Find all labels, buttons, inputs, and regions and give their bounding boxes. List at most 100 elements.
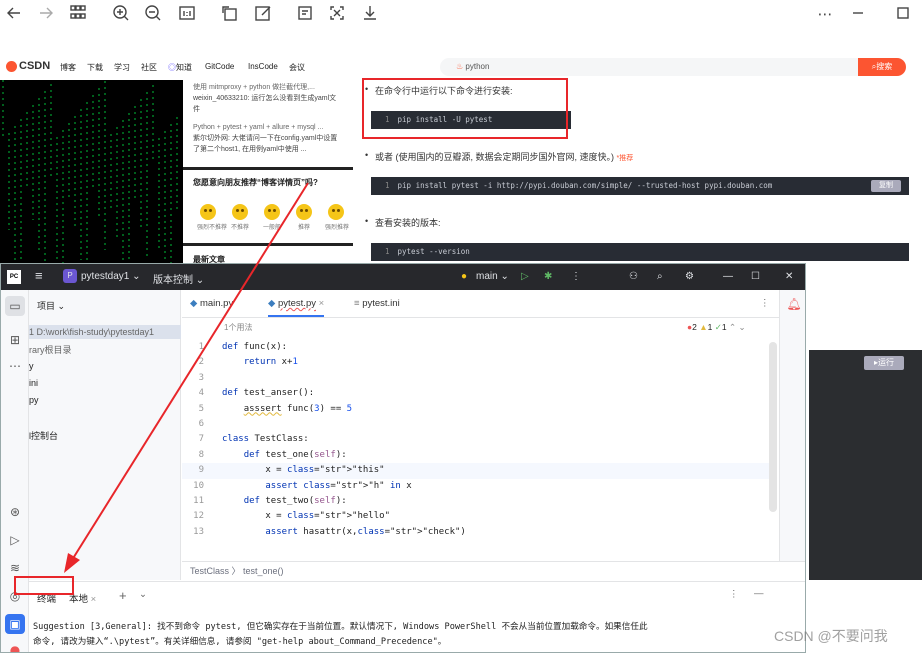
comment-card[interactable]: 使用 mitmproxy + python 做拦截代理,... weixin_4… — [183, 82, 353, 115]
menu-icon[interactable]: ≡ — [35, 268, 43, 283]
tab-main-py[interactable]: ◆ main.py — [190, 298, 233, 309]
nav-community[interactable]: 社区 — [141, 62, 157, 73]
add-icon[interactable]: + — [119, 588, 127, 603]
code-line[interactable]: 10 assert class="str">"h" in x — [182, 479, 776, 495]
usages-hint[interactable]: 1个用法 — [224, 322, 252, 333]
run-config-selector[interactable]: main ⌄ — [476, 271, 509, 282]
nav-learn[interactable]: 学习 — [114, 62, 130, 73]
problems-icon[interactable]: ● — [5, 640, 25, 652]
back-icon[interactable] — [4, 4, 24, 24]
code-line[interactable]: 5 asssert func(3) == 5 — [182, 402, 776, 418]
tree-item[interactable]: y — [29, 361, 34, 371]
code-line[interactable]: 7 class TestClass: — [182, 432, 776, 448]
code-line[interactable]: 6 — [182, 417, 776, 433]
nav-blog[interactable]: 博客 — [60, 62, 76, 73]
code-line[interactable]: 9 x = class="str">"this" — [182, 463, 776, 479]
tab-options-icon[interactable]: ⋮ — [760, 298, 770, 309]
rotate-icon[interactable] — [220, 4, 240, 24]
close-icon[interactable]: × — [319, 298, 325, 309]
minimize-icon[interactable]: — — [723, 271, 733, 282]
tab-pytest-py[interactable]: ◆ pytest.py × — [268, 298, 325, 317]
breadcrumb-method[interactable]: test_one() — [243, 566, 284, 576]
close-icon[interactable]: × — [91, 594, 97, 605]
matrix-column — [50, 84, 52, 180]
minimize-panel-icon[interactable]: — — [754, 588, 764, 599]
debug-icon[interactable]: ✱ — [544, 271, 552, 282]
more-actions-icon[interactable]: ⋮ — [571, 271, 581, 282]
code-block-mirror[interactable]: 1 pip install pytest -i http://pypi.douba… — [371, 177, 909, 195]
nav-gitcode[interactable]: GitCode — [205, 62, 234, 71]
close-icon[interactable]: ✕ — [785, 271, 793, 282]
code-block-version[interactable]: 1 pytest --version — [371, 243, 909, 261]
project-panel-title[interactable]: 项目 ⌄ — [37, 299, 65, 312]
chevron-down-icon[interactable]: ⌄ — [139, 589, 147, 600]
run-button[interactable]: ▸运行 — [864, 356, 904, 370]
code-line[interactable]: 4 def test_anser(): — [182, 386, 776, 402]
maximize-icon[interactable] — [893, 4, 913, 24]
matrix-column — [68, 123, 70, 200]
nav-inscode[interactable]: InsCode — [248, 62, 278, 71]
zoom-in-icon[interactable] — [111, 4, 131, 24]
structure-icon[interactable]: ⊞ — [5, 330, 25, 350]
nav-zhidao[interactable]: ◎知道 — [168, 62, 192, 73]
terminal-icon[interactable]: ▣ — [5, 614, 25, 634]
project-switcher[interactable]: pytestday1 ⌄ — [81, 271, 141, 282]
code-line[interactable]: 12 x = class="str">"hello" — [182, 509, 776, 525]
comment-card[interactable]: Python + pytest + yaml + allure + mysql … — [183, 122, 353, 155]
code-line[interactable]: 13 assert hasattr(x,class="str">"check") — [182, 525, 776, 541]
rating-option[interactable]: 强烈不推荐 — [197, 204, 227, 231]
download-icon[interactable] — [360, 4, 380, 24]
rating-option[interactable]: 推荐 — [293, 204, 315, 231]
tree-item[interactable]: rary根目录 — [29, 343, 72, 356]
maximize-icon[interactable]: ☐ — [751, 271, 760, 282]
code-line[interactable]: 3 — [182, 371, 776, 387]
scrollbar[interactable] — [769, 342, 777, 512]
vcs-menu[interactable]: 版本控制 ⌄ — [153, 271, 204, 286]
inspection-widget[interactable]: ●2 ▲1 ✓1 ⌃ ⌄ — [687, 322, 746, 333]
grid-icon[interactable] — [68, 4, 88, 24]
add-user-icon[interactable]: ⚇ — [629, 271, 638, 282]
search-icon[interactable]: ⌕ — [657, 271, 663, 282]
python-packages-icon[interactable]: ⊛ — [5, 502, 25, 522]
run-icon[interactable]: ▷ — [5, 530, 25, 550]
breadcrumb: TestClass 〉 test_one() — [182, 561, 805, 581]
terminal-output[interactable]: Suggestion [3,General]: 找不到命令 pytest, 但它… — [29, 607, 805, 652]
code-line[interactable]: 8 def test_one(self): — [182, 448, 776, 464]
notifications-icon[interactable]: 🔔︎ — [784, 294, 804, 314]
nav-meeting[interactable]: 会议 — [289, 62, 305, 73]
breadcrumb-class[interactable]: TestClass — [190, 566, 229, 576]
edit-icon[interactable] — [253, 4, 273, 24]
tool-strip-left: ▭ ⊞ ⋯ ⊛ ▷ ≋ ◎ ▣ ● — [1, 290, 29, 652]
search-button[interactable]: ⌕搜索 — [858, 58, 906, 76]
more-icon[interactable]: ⋯ — [815, 4, 835, 24]
tree-item[interactable]: l控制台 — [29, 429, 58, 442]
code-line[interactable]: 11 def test_two(self): — [182, 494, 776, 510]
code-line[interactable]: 2 return x+1 — [182, 355, 776, 371]
rating-option[interactable]: 不推荐 — [229, 204, 251, 231]
more-icon[interactable]: ⋯ — [5, 356, 25, 376]
search-input[interactable]: ♨ python — [440, 58, 858, 76]
ocr-icon[interactable] — [295, 4, 315, 24]
rating-option[interactable]: 强烈推荐 — [325, 204, 349, 231]
folder-icon[interactable]: ▭ — [5, 296, 25, 316]
matrix-column — [26, 112, 28, 190]
actual-size-icon[interactable] — [177, 4, 197, 24]
tree-item[interactable]: ini — [29, 378, 38, 388]
layers-icon[interactable]: ≋ — [5, 558, 25, 578]
more-icon[interactable]: ⋮ — [729, 589, 739, 600]
copy-button[interactable]: 复制 — [871, 180, 901, 192]
zoom-out-icon[interactable] — [143, 4, 163, 24]
tab-pytest-ini[interactable]: ≡ pytest.ini — [354, 298, 400, 309]
code-line[interactable]: 1 def func(x): — [182, 340, 776, 356]
crop-icon[interactable] — [327, 4, 347, 24]
minimize-icon[interactable] — [848, 4, 868, 24]
tree-root[interactable]: 1 D:\work\fish-study\pytestday1 — [29, 325, 181, 339]
forward-icon[interactable] — [36, 4, 56, 24]
rating-option[interactable]: 一般般 — [261, 204, 283, 231]
matrix-column — [44, 91, 46, 270]
nav-download[interactable]: 下载 — [87, 62, 103, 73]
tree-item[interactable]: py — [29, 395, 39, 405]
csdn-logo[interactable]: CSDN — [6, 60, 50, 72]
settings-icon[interactable]: ⚙ — [685, 271, 694, 282]
run-icon[interactable]: ▷ — [521, 271, 529, 282]
